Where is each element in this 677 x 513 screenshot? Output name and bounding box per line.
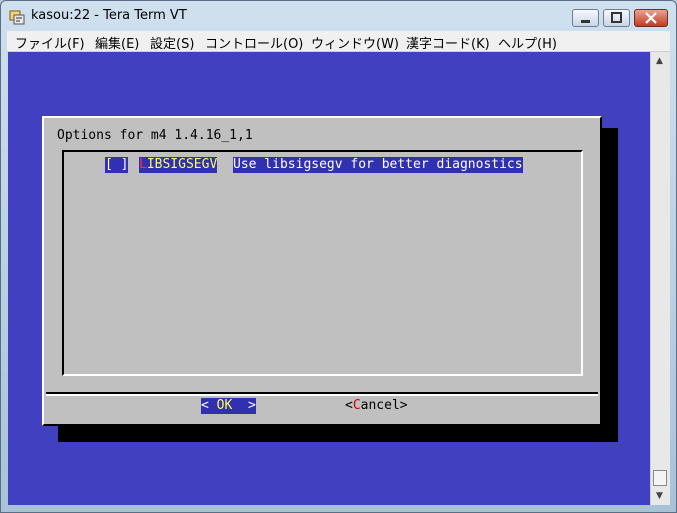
menu-help[interactable]: ヘルプ(H)	[498, 33, 557, 52]
menu-bar: ファイル(F) 編集(E) 設定(S) コントロール(O) ウィンドウ(W) 漢…	[7, 31, 670, 52]
button-separator	[46, 392, 598, 396]
close-icon	[645, 12, 657, 24]
scroll-up-arrow-icon[interactable]: ▲	[656, 56, 663, 66]
option-name-rest: IBSIGSEGV	[146, 157, 218, 172]
menu-file[interactable]: ファイル(F)	[15, 33, 85, 52]
dialog-title: Options for m4 1.4.16_1,1	[57, 128, 253, 143]
scroll-down-arrow-icon[interactable]: ▼	[656, 491, 663, 501]
scrollbar-thumb[interactable]	[653, 470, 667, 486]
menu-setup[interactable]: 設定(S)	[150, 33, 194, 52]
ok-button[interactable]: < OK >	[201, 398, 256, 414]
cancel-label-rest: ancel>	[360, 398, 408, 413]
minimize-icon	[581, 20, 590, 23]
option-checkbox[interactable]: [ ]	[105, 157, 129, 173]
title-bar[interactable]: kasou:22 - Tera Term VT	[1, 1, 676, 31]
menu-window[interactable]: ウィンドウ(W)	[311, 33, 399, 52]
ok-right-bracket: >	[232, 398, 256, 413]
option-description: Use libsigsegv for better diagnostics	[233, 157, 523, 173]
ok-label: OK	[216, 398, 233, 413]
vertical-scrollbar[interactable]: ▲ ▼	[650, 52, 670, 505]
option-hotkey: L	[139, 157, 147, 172]
menu-kanji-code[interactable]: 漢字コード(K)	[406, 33, 490, 52]
minimize-button[interactable]	[572, 9, 599, 27]
cancel-hotkey: C	[352, 398, 361, 413]
ok-left-bracket: <	[201, 398, 217, 413]
cancel-left-bracket: <	[345, 398, 353, 413]
menu-control[interactable]: コントロール(O)	[205, 33, 303, 52]
window-title: kasou:22 - Tera Term VT	[31, 8, 187, 23]
maximize-button[interactable]	[603, 9, 630, 27]
option-name[interactable]: LIBSIGSEGV	[139, 157, 218, 173]
close-button[interactable]	[634, 9, 668, 27]
options-list-box	[62, 150, 583, 376]
menu-edit[interactable]: 編集(E)	[95, 33, 139, 52]
maximize-icon	[611, 12, 622, 23]
tera-term-icon	[9, 10, 25, 25]
cancel-button[interactable]: <Cancel>	[345, 398, 408, 414]
